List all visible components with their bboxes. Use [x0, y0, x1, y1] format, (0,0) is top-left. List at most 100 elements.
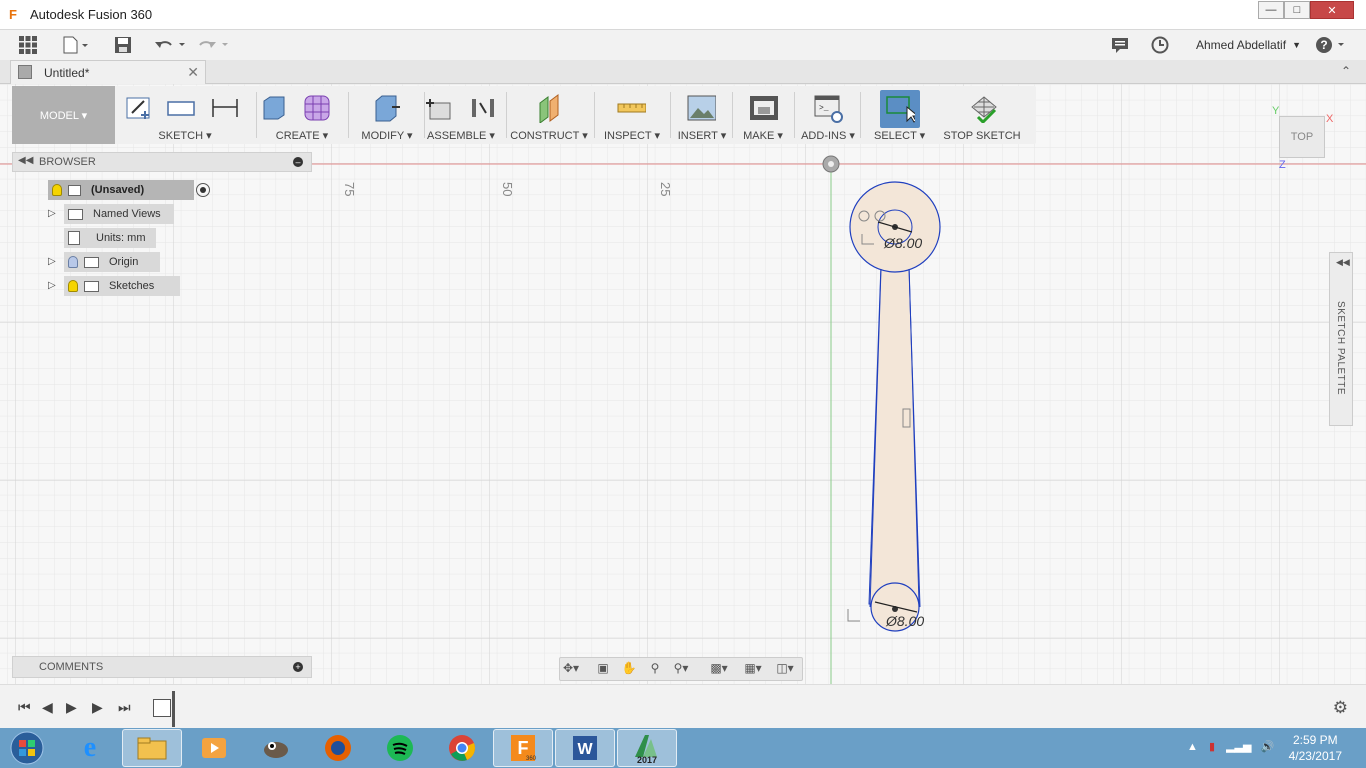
offset-plane-icon[interactable]: [534, 93, 564, 123]
sketch-palette-panel[interactable]: ◀◀ SKETCH PALETTE: [1329, 252, 1353, 426]
expand-origin-icon[interactable]: ▷: [48, 256, 56, 267]
spotify-icon[interactable]: [370, 729, 430, 767]
maximize-button[interactable]: □: [1284, 1, 1310, 19]
insert-image-icon[interactable]: [686, 93, 716, 123]
save-icon[interactable]: [114, 36, 132, 54]
signal-icon[interactable]: ▂▃▅: [1226, 741, 1251, 753]
sketches-visibility-bulb-icon[interactable]: [68, 280, 78, 292]
modify-menu-label[interactable]: MODIFY ▾: [350, 129, 424, 142]
show-hidden-icons-icon[interactable]: ▲: [1187, 741, 1198, 753]
assemble-menu-label[interactable]: ASSEMBLE ▾: [418, 129, 504, 142]
timeline-settings-gear-icon[interactable]: ⚙: [1333, 698, 1348, 718]
workspace-switcher[interactable]: MODEL ▾: [12, 86, 115, 144]
form-icon[interactable]: [302, 93, 332, 123]
step-forward-icon[interactable]: ▶: [92, 699, 103, 716]
construct-menu-label[interactable]: CONSTRUCT ▾: [508, 129, 590, 142]
history-clock-icon[interactable]: [1151, 36, 1169, 54]
step-back-icon[interactable]: ◀: [42, 699, 53, 716]
fusion-360-taskbar-icon[interactable]: F 360: [493, 729, 553, 767]
browser-panel-header[interactable]: ◀◀ BROWSER –: [12, 152, 312, 172]
measure-icon[interactable]: [616, 93, 646, 123]
insert-menu-label[interactable]: INSERT ▾: [674, 129, 730, 142]
timeline-marker[interactable]: [172, 691, 175, 727]
timeline-sketch-feature[interactable]: [153, 699, 171, 717]
view-cube[interactable]: TOP: [1279, 116, 1325, 158]
look-at-icon[interactable]: ▣: [594, 661, 612, 677]
orbit-icon[interactable]: ✥▾: [562, 661, 580, 677]
display-settings-icon[interactable]: ▩▾: [710, 661, 728, 677]
start-button[interactable]: [0, 729, 54, 767]
stop-sketch-icon[interactable]: [968, 93, 998, 123]
select-menu-label[interactable]: SELECT ▾: [874, 129, 925, 142]
volume-icon[interactable]: 🔊: [1261, 741, 1275, 753]
firefox-icon[interactable]: [308, 729, 368, 767]
viewports-icon[interactable]: ◫▾: [776, 661, 794, 677]
media-player-icon[interactable]: [184, 729, 244, 767]
create-sketch-icon[interactable]: [124, 93, 154, 123]
minimize-button[interactable]: —: [1258, 1, 1284, 19]
modify-group[interactable]: MODIFY ▾: [350, 86, 424, 144]
create-group[interactable]: CREATE ▾: [258, 86, 346, 144]
scripts-addins-icon[interactable]: >_: [813, 93, 843, 123]
sketch-menu-label[interactable]: SKETCH ▾: [118, 129, 252, 142]
add-ins-group[interactable]: >_ ADD-INS ▾: [798, 86, 858, 144]
3d-print-icon[interactable]: [748, 93, 778, 123]
gimp-icon[interactable]: [246, 729, 306, 767]
inspect-group[interactable]: INSPECT ▾: [596, 86, 668, 144]
play-icon[interactable]: ▶: [66, 699, 77, 716]
collapse-toolbar-icon[interactable]: ⌃: [1341, 64, 1351, 78]
user-account-menu[interactable]: Ahmed Abdellatif ▼: [1196, 36, 1301, 54]
grid-snaps-icon[interactable]: ▦▾: [744, 661, 762, 677]
stop-sketch-group[interactable]: STOP SKETCH: [942, 86, 1022, 144]
file-menu-icon[interactable]: [62, 36, 90, 54]
origin-visibility-bulb-icon[interactable]: [68, 256, 78, 268]
insert-group[interactable]: INSERT ▾: [674, 86, 730, 144]
browser-minimize-icon[interactable]: –: [293, 157, 303, 167]
go-to-start-icon[interactable]: ⏮: [18, 699, 31, 716]
office-2017-icon[interactable]: 2017: [617, 729, 677, 767]
document-tab-untitled[interactable]: Untitled* ✕: [10, 60, 206, 84]
add-comment-icon[interactable]: +: [293, 662, 303, 672]
redo-icon[interactable]: [198, 36, 232, 54]
close-window-button[interactable]: ✕: [1310, 1, 1354, 19]
dimension-bottom-diameter[interactable]: Ø8.00: [885, 613, 924, 629]
job-status-icon[interactable]: [1111, 36, 1129, 54]
extrude-icon[interactable]: [260, 93, 290, 123]
browser-root-node[interactable]: (Unsaved): [48, 180, 210, 200]
word-icon[interactable]: W: [555, 729, 615, 767]
expand-sketches-icon[interactable]: ▷: [48, 280, 56, 291]
select-group[interactable]: SELECT ▾: [874, 86, 925, 144]
browser-item-origin[interactable]: Origin: [64, 252, 160, 272]
make-group[interactable]: MAKE ▾: [734, 86, 792, 144]
construct-group[interactable]: CONSTRUCT ▾: [508, 86, 590, 144]
stop-sketch-label[interactable]: STOP SKETCH: [942, 130, 1022, 142]
system-clock[interactable]: 2:59 PM 4/23/2017: [1289, 732, 1342, 764]
close-tab-icon[interactable]: ✕: [187, 64, 199, 81]
create-menu-label[interactable]: CREATE ▾: [258, 129, 346, 142]
chrome-icon[interactable]: [432, 729, 492, 767]
design-canvas[interactable]: 75 50 25 Ø8.00 Ø8.00 Y X Z ◀◀ SKETCH PAL…: [0, 84, 1366, 684]
add-ins-menu-label[interactable]: ADD-INS ▾: [798, 129, 858, 142]
go-to-end-icon[interactable]: ⏭: [118, 699, 131, 716]
rectangle-icon[interactable]: [166, 93, 196, 123]
internet-explorer-icon[interactable]: e: [60, 729, 120, 767]
press-pull-icon[interactable]: [372, 93, 402, 123]
help-menu[interactable]: ?: [1315, 36, 1349, 54]
expand-named-views-icon[interactable]: ▷: [48, 208, 56, 219]
new-component-icon[interactable]: [424, 93, 454, 123]
browser-item-units[interactable]: Units: mm: [64, 228, 156, 248]
browser-item-sketches[interactable]: Sketches: [64, 276, 180, 296]
collapse-browser-icon[interactable]: ◀◀: [18, 155, 33, 166]
select-cursor-icon[interactable]: [885, 93, 915, 123]
zoom-icon[interactable]: ⚲: [646, 661, 664, 677]
browser-item-named-views[interactable]: Named Views: [64, 204, 174, 224]
comments-panel-header[interactable]: COMMENTS +: [12, 656, 312, 678]
dimension-top-diameter[interactable]: Ø8.00: [883, 235, 922, 251]
fit-zoom-icon[interactable]: ⚲▾: [672, 661, 690, 677]
visibility-bulb-icon[interactable]: [52, 184, 62, 196]
undo-icon[interactable]: [153, 36, 187, 54]
joint-icon[interactable]: [468, 93, 498, 123]
sketch-dimension-icon[interactable]: [210, 93, 240, 123]
make-menu-label[interactable]: MAKE ▾: [734, 129, 792, 142]
assemble-group[interactable]: ASSEMBLE ▾: [418, 86, 504, 144]
